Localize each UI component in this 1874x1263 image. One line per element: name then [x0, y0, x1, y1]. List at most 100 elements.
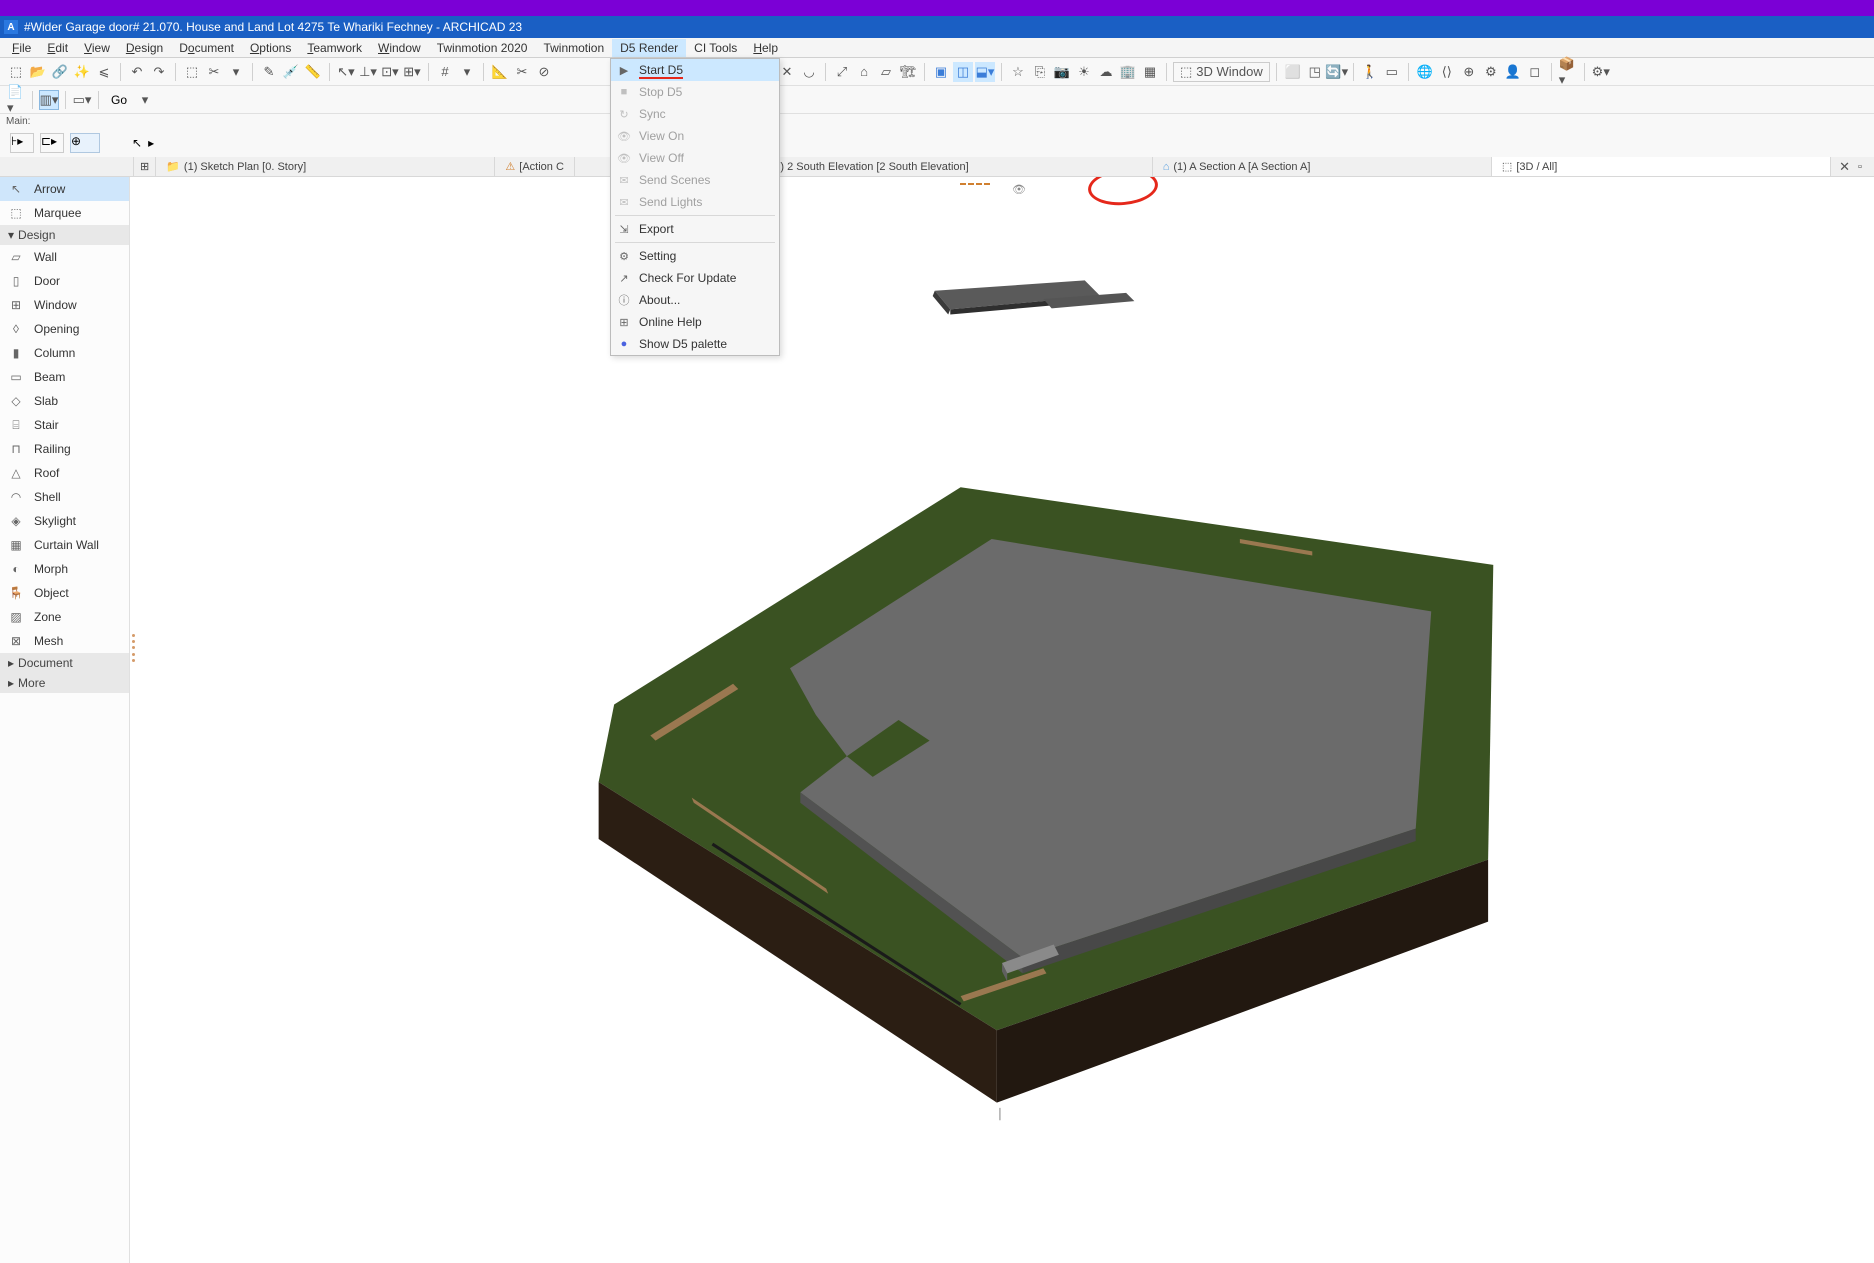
tb-intersect-icon[interactable]: ⊥▾: [358, 62, 378, 82]
tool-railing[interactable]: ⊓Railing: [0, 437, 129, 461]
tb3-more-icon[interactable]: ▸: [148, 136, 154, 150]
tb-gear2-icon[interactable]: ⚙: [1481, 62, 1501, 82]
tool-marquee[interactable]: ⬚ Marquee: [0, 201, 129, 225]
menu-start-d5[interactable]: ▶ Start D5: [611, 59, 779, 81]
tab-3d-all[interactable]: ⬚ [3D / All]: [1492, 157, 1831, 176]
tb-world-icon[interactable]: 🌐: [1415, 62, 1435, 82]
tab-grid-button[interactable]: ⊞: [134, 157, 156, 176]
tb-intersect2-icon[interactable]: ✕: [777, 62, 797, 82]
tb-wand-icon[interactable]: ✨: [72, 62, 92, 82]
tb-suspend-icon[interactable]: ⊘: [534, 62, 554, 82]
tb-resize-icon[interactable]: ⤢: [832, 62, 852, 82]
tb-package-icon[interactable]: 📦▾: [1558, 62, 1578, 82]
tool-curtain-wall[interactable]: ▦Curtain Wall: [0, 533, 129, 557]
tb-3dwindow-button[interactable]: ⬚ 3D Window: [1173, 62, 1270, 82]
tb-inject-icon[interactable]: 💉: [281, 62, 301, 82]
tb3-snap3-icon[interactable]: ⊕: [70, 133, 100, 153]
menu-about[interactable]: ⓘAbout...: [611, 289, 779, 311]
tb-box3-icon[interactable]: ⬓▾: [975, 62, 995, 82]
tb-redo-icon[interactable]: ↷: [149, 62, 169, 82]
tb-crop-icon[interactable]: ⬚: [182, 62, 202, 82]
tb-person-icon[interactable]: 🚶: [1360, 62, 1380, 82]
tb-pick-icon[interactable]: ✎: [259, 62, 279, 82]
tb-dropdown2-icon[interactable]: ▾: [457, 62, 477, 82]
tb-front-icon[interactable]: ▭: [1382, 62, 1402, 82]
tb-bracket-icon[interactable]: ⟨⟩: [1437, 62, 1457, 82]
tool-door[interactable]: ▯Door: [0, 269, 129, 293]
menu-online-help[interactable]: ⊞Online Help: [611, 311, 779, 333]
tb-box4-icon[interactable]: ◻: [1525, 62, 1545, 82]
menu-file[interactable]: File: [4, 39, 39, 57]
tb-box2-icon[interactable]: ◫: [953, 62, 973, 82]
tab-action[interactable]: ⚠ [Action C: [495, 157, 575, 176]
menu-document[interactable]: Document: [171, 39, 242, 57]
tool-beam[interactable]: ▭Beam: [0, 365, 129, 389]
tb-dropdown-icon[interactable]: ▾: [226, 62, 246, 82]
menu-citools[interactable]: CI Tools: [686, 39, 745, 57]
tb3-snap1-icon[interactable]: ⊦▸: [10, 133, 34, 153]
tb-cube2-icon[interactable]: ◳: [1305, 62, 1325, 82]
tb-camera-icon[interactable]: 📷: [1052, 62, 1072, 82]
tab-sketch-plan[interactable]: 📁 (1) Sketch Plan [0. Story]: [156, 157, 495, 176]
tb-fillet-icon[interactable]: ◡: [799, 62, 819, 82]
tb-building-icon[interactable]: 🏢: [1118, 62, 1138, 82]
tb2-go-dropdown-icon[interactable]: ▾: [135, 90, 155, 110]
tb-link-icon[interactable]: 🔗: [50, 62, 70, 82]
tb2-layout-icon[interactable]: ▭▾: [72, 90, 92, 110]
group-document[interactable]: ▸ Document: [0, 653, 129, 673]
tb-star-icon[interactable]: ☆: [1008, 62, 1028, 82]
menu-setting[interactable]: ⚙Setting: [611, 245, 779, 267]
tb-scissors-icon[interactable]: ✂: [204, 62, 224, 82]
menu-options[interactable]: Options: [242, 39, 299, 57]
tb-orbit-icon[interactable]: 🔄▾: [1327, 62, 1347, 82]
tb-open-icon[interactable]: 📂: [28, 62, 48, 82]
tool-stair[interactable]: ⌸Stair: [0, 413, 129, 437]
tb-globe-icon[interactable]: ⊕: [1459, 62, 1479, 82]
tab-section-a[interactable]: ⌂ (1) A Section A [A Section A]: [1153, 157, 1492, 176]
tab-south-elevation[interactable]: ⌂ (1) 2 South Elevation [2 South Elevati…: [750, 157, 1153, 176]
tb-settings-icon[interactable]: ⚙▾: [1591, 62, 1611, 82]
tb-sun-icon[interactable]: ☀: [1074, 62, 1094, 82]
tb-arrow-tool-icon[interactable]: ↖▾: [336, 62, 356, 82]
tool-slab[interactable]: ◇Slab: [0, 389, 129, 413]
tb-gridtoggle-icon[interactable]: #: [435, 62, 455, 82]
menu-design[interactable]: Design: [118, 39, 171, 57]
menu-view[interactable]: View: [76, 39, 118, 57]
tool-skylight[interactable]: ◈Skylight: [0, 509, 129, 533]
tb-undo-icon[interactable]: ↶: [127, 62, 147, 82]
tb-measure-icon[interactable]: 📏: [303, 62, 323, 82]
tb-ruler-icon[interactable]: 📐: [490, 62, 510, 82]
menu-check-update[interactable]: ↗Check For Update: [611, 267, 779, 289]
menu-window[interactable]: Window: [370, 39, 429, 57]
tool-roof[interactable]: △Roof: [0, 461, 129, 485]
tool-column[interactable]: ▮Column: [0, 341, 129, 365]
tb-cube1-icon[interactable]: ⬜: [1283, 62, 1303, 82]
tb-shape-icon[interactable]: ▱: [876, 62, 896, 82]
go-label[interactable]: Go: [105, 93, 133, 107]
tool-object[interactable]: 🪑Object: [0, 581, 129, 605]
tb-home-icon[interactable]: ⌂: [854, 62, 874, 82]
tb3-arrow-icon[interactable]: ↖: [132, 136, 142, 150]
tb-box1-icon[interactable]: ▣: [931, 62, 951, 82]
tb2-doc-icon[interactable]: 📄▾: [6, 90, 26, 110]
3d-viewport[interactable]: 👁: [130, 177, 1874, 1263]
menu-export[interactable]: ⇲Export: [611, 218, 779, 240]
menu-edit[interactable]: Edit: [39, 39, 76, 57]
tab-overflow-icon[interactable]: ▫: [1858, 161, 1874, 173]
menu-teamwork[interactable]: Teamwork: [299, 39, 370, 57]
group-more[interactable]: ▸ More: [0, 673, 129, 693]
menu-help[interactable]: Help: [745, 39, 786, 57]
tool-morph[interactable]: ◐Morph: [0, 557, 129, 581]
menu-d5render[interactable]: D5 Render: [612, 39, 686, 57]
tb-trim-icon[interactable]: ✂: [512, 62, 532, 82]
tb-bookmark-icon[interactable]: ⎘: [1030, 62, 1050, 82]
tb-3d-icon[interactable]: 🏗: [898, 62, 918, 82]
tool-wall[interactable]: ▱Wall: [0, 245, 129, 269]
tool-opening[interactable]: ◊Opening: [0, 317, 129, 341]
tab-close-button[interactable]: ✕: [1831, 159, 1858, 175]
tb-grid-icon[interactable]: ⊞▾: [402, 62, 422, 82]
group-design[interactable]: ▾ Design: [0, 225, 129, 245]
menu-twinmotion[interactable]: Twinmotion: [535, 39, 612, 57]
tb-snap-icon[interactable]: ⊡▾: [380, 62, 400, 82]
tb-new-icon[interactable]: ⬚: [6, 62, 26, 82]
